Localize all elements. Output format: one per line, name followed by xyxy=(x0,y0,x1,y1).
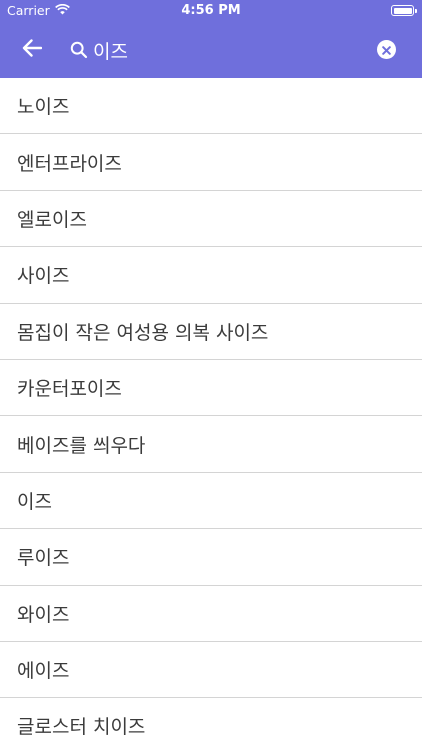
clear-search-button[interactable] xyxy=(377,40,396,59)
list-item[interactable]: 와이즈 xyxy=(0,586,422,642)
search-field xyxy=(68,35,362,65)
list-item[interactable]: 베이즈를 씌우다 xyxy=(0,416,422,473)
list-item[interactable]: 카운터포이즈 xyxy=(0,360,422,417)
clear-circle-icon xyxy=(382,40,391,59)
app-root: Carrier 4:56 PM 이즈 노이즈 엔터프라이즈 엘로이즈 사이즈 몸… xyxy=(0,0,422,750)
battery-icon xyxy=(391,5,417,16)
list-item[interactable]: 엔터프라이즈 xyxy=(0,134,422,191)
list-item[interactable]: 루이즈 xyxy=(0,529,422,586)
list-item[interactable]: 엘로이즈 xyxy=(0,191,422,248)
list-item[interactable]: 글로스터 치이즈 xyxy=(0,698,422,750)
list-item[interactable]: 사이즈 xyxy=(0,247,422,304)
search-input[interactable] xyxy=(93,36,362,64)
magnifier-icon xyxy=(68,39,90,61)
arrow-left-icon xyxy=(22,39,43,61)
list-item[interactable]: 에이즈 xyxy=(0,642,422,699)
list-item[interactable]: 몸집이 작은 여성용 의복 사이즈 xyxy=(0,304,422,360)
status-bar: Carrier 4:56 PM xyxy=(0,0,422,22)
back-button[interactable] xyxy=(14,34,50,66)
results-list: 노이즈 엔터프라이즈 엘로이즈 사이즈 몸집이 작은 여성용 의복 사이즈 카운… xyxy=(0,78,422,750)
list-item[interactable]: 이즈 xyxy=(0,473,422,530)
search-toolbar xyxy=(0,22,422,78)
list-item[interactable]: 노이즈 xyxy=(0,78,422,135)
status-time: 4:56 PM xyxy=(181,3,241,18)
